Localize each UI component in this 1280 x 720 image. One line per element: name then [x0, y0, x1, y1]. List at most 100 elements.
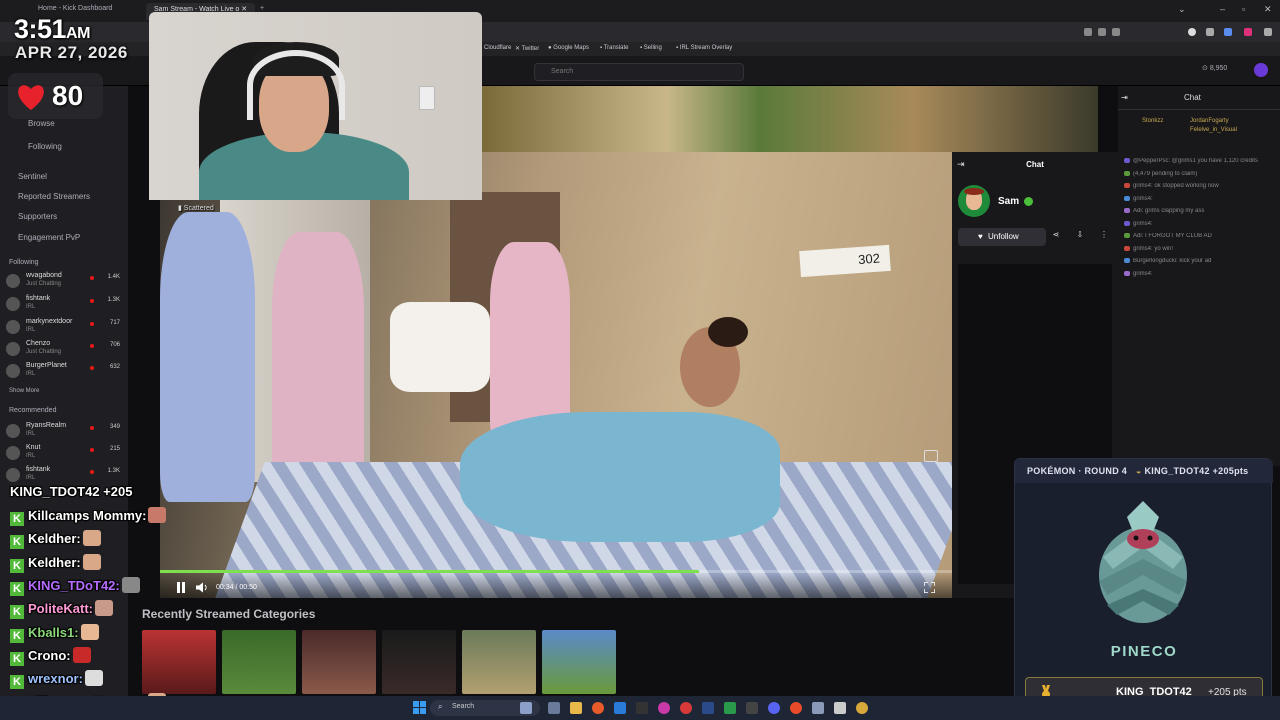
sidebar-channel[interactable]: Chenzo Just Chatting 706	[6, 340, 126, 362]
sidebar-channel[interactable]: BurgerPlanet IRL 632	[6, 362, 126, 384]
excel-icon[interactable]	[724, 702, 736, 714]
live-dot	[90, 470, 94, 474]
section-reported-streamers[interactable]: Reported Streamers	[18, 192, 90, 201]
kick-badge-icon: K	[10, 512, 24, 526]
channel-banner	[482, 86, 1098, 154]
sidebar-channel[interactable]: wvagabond Just Chatting 1.4K	[6, 272, 126, 294]
picture-in-picture-icon[interactable]	[924, 450, 938, 462]
app-icon[interactable]	[834, 702, 846, 714]
minimize-icon[interactable]: –	[1220, 4, 1225, 14]
translate-icon[interactable]	[1084, 28, 1092, 36]
extension-icon[interactable]	[1188, 28, 1196, 36]
channel-game: Just Chatting	[26, 281, 62, 287]
terminal-icon[interactable]	[636, 702, 648, 714]
avatar	[6, 274, 20, 288]
unfollow-button[interactable]: ♥ Unfollow	[958, 228, 1046, 246]
share-icon[interactable]: ⋖	[1049, 230, 1063, 244]
extension-icon[interactable]	[1244, 28, 1252, 36]
download-icon[interactable]: ⇩	[1073, 230, 1087, 244]
progress-fill	[160, 570, 699, 573]
chat-badge-icon	[1124, 258, 1130, 263]
collapse-icon[interactable]: ⇥	[1121, 93, 1128, 102]
maximize-icon[interactable]: ▫	[1242, 4, 1245, 14]
volume-icon[interactable]	[196, 582, 208, 593]
channel-game: IRL	[26, 475, 36, 481]
close-icon[interactable]: ✕	[1264, 4, 1272, 15]
show-more-link[interactable]: Show More	[9, 388, 39, 394]
video-player[interactable]: 302 ▮ Scattered 00:34 / 00:50	[160, 152, 952, 598]
app-icon[interactable]	[856, 702, 868, 714]
channel-points[interactable]: ⊙ 8,950	[1202, 64, 1227, 72]
bookmark-selling[interactable]: ▪ Selling	[640, 45, 662, 51]
search-placeholder: Search	[551, 68, 574, 75]
fullscreen-icon[interactable]	[924, 582, 935, 593]
extension-icon[interactable]	[1224, 28, 1232, 36]
streamer-name[interactable]: Sam	[998, 196, 1019, 207]
category-card[interactable]	[542, 630, 616, 694]
sidebar-channel[interactable]: Knut IRL 215	[6, 444, 126, 466]
bookmark-label: Twitter	[521, 46, 540, 52]
pause-icon[interactable]	[176, 582, 186, 593]
avatar	[6, 364, 20, 378]
widgets-icon[interactable]	[520, 702, 532, 714]
channel-name: fishtank	[26, 295, 51, 302]
viewer-count: 349	[109, 424, 120, 430]
category-card[interactable]	[142, 630, 216, 694]
category-card[interactable]	[462, 630, 536, 694]
avatar	[6, 424, 20, 438]
windows-start-icon[interactable]	[413, 701, 426, 714]
star-icon[interactable]	[1112, 28, 1120, 36]
firefox-icon[interactable]	[592, 702, 604, 714]
live-dot	[90, 322, 94, 326]
task-view-icon[interactable]	[548, 702, 560, 714]
overlay-chat-message: K KING_TDoT42:	[10, 576, 140, 599]
sidebar-channel[interactable]: RyansRealm IRL 349	[6, 422, 126, 444]
sidebar-channel[interactable]: markynextdoor IRL 717	[6, 318, 126, 340]
app-icon[interactable]	[812, 702, 824, 714]
pineco-sprite	[1099, 501, 1187, 623]
category-card[interactable]	[382, 630, 456, 694]
category-card[interactable]	[302, 630, 376, 694]
bookmark-translate[interactable]: ▪ Translate	[600, 45, 628, 51]
more-options-icon[interactable]: ⋮	[1097, 230, 1111, 244]
search-input[interactable]: Search	[534, 63, 744, 81]
app-icon[interactable]	[790, 702, 802, 714]
channel-name: BurgerPlanet	[26, 362, 67, 369]
discord-icon[interactable]	[768, 702, 780, 714]
chat-badge-icon	[1124, 245, 1130, 251]
live-dot	[90, 426, 94, 430]
menu-icon[interactable]	[1264, 28, 1272, 36]
category-card[interactable]	[222, 630, 296, 694]
section-sentinel[interactable]: Sentinel	[18, 172, 47, 181]
bookmark-cloudflare[interactable]: Cloudflare	[484, 45, 511, 51]
avatar[interactable]	[1254, 63, 1268, 77]
file-explorer-icon[interactable]	[570, 702, 582, 714]
sidebar-channel[interactable]: fishtank IRL 1.3K	[6, 295, 126, 317]
app-icon[interactable]	[658, 702, 670, 714]
bookmark-irl-overlay[interactable]: ▪ IRL Stream Overlay	[676, 45, 732, 51]
webcam-headset	[247, 50, 345, 120]
nav-following[interactable]: Following	[28, 142, 62, 151]
chevron-down-icon[interactable]: ⌄	[1178, 4, 1186, 15]
pokemon-header-user: KING_TDOT42 +205pts	[1144, 466, 1249, 476]
heart-icon	[18, 85, 44, 110]
avatar	[6, 468, 20, 482]
chat-message-text: grims4:	[1133, 220, 1153, 227]
viewer-count: 706	[109, 342, 120, 348]
nav-browse[interactable]: Browse	[28, 119, 55, 128]
section-engagement-pvp[interactable]: Engagement PvP	[18, 233, 80, 242]
channel-name: markynextdoor	[26, 318, 73, 325]
app-icon[interactable]	[746, 702, 758, 714]
chat-message-text: grims4: yo win!	[1133, 245, 1174, 252]
extension-icon[interactable]	[1206, 28, 1214, 36]
bookmark-twitter[interactable]: ✕ Twitter	[515, 45, 539, 52]
screenshot-icon[interactable]	[1098, 28, 1106, 36]
bookmark-google-maps[interactable]: ● Google Maps	[548, 45, 589, 51]
app-icon[interactable]	[680, 702, 692, 714]
section-supporters[interactable]: Supporters	[18, 212, 57, 221]
vscode-icon[interactable]	[614, 702, 626, 714]
top-user: Stonkzz	[1142, 118, 1164, 124]
overlay-date: APR 27, 2026	[15, 43, 128, 62]
steam-icon[interactable]	[702, 702, 714, 714]
avatar[interactable]	[958, 185, 990, 217]
